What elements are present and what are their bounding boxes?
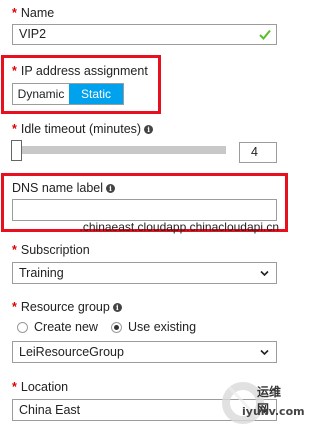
idle-timeout-label-text: Idle timeout (minutes) xyxy=(20,122,142,136)
subscription-label: * Subscription xyxy=(12,243,90,257)
watermark-url-text: iyunv.com xyxy=(242,405,305,418)
idle-timeout-slider-track[interactable] xyxy=(13,146,226,154)
info-icon[interactable]: i xyxy=(144,125,154,135)
idle-timeout-value[interactable]: 4 xyxy=(239,142,277,163)
info-icon[interactable]: i xyxy=(112,303,122,313)
required-marker: * xyxy=(12,122,17,136)
name-input-value: VIP2 xyxy=(19,27,47,41)
required-marker: * xyxy=(12,300,17,314)
dns-label: DNS name label i xyxy=(12,181,116,195)
dns-suffix: .chinaeast.cloudapp.chinacloudapi.cn xyxy=(79,220,279,234)
idle-timeout-label: * Idle timeout (minutes) i xyxy=(12,122,154,136)
watermark-logo: 运维网 iyunv.com xyxy=(217,377,305,431)
resource-group-label: * Resource group i xyxy=(12,300,122,314)
info-icon[interactable]: i xyxy=(106,184,116,194)
name-input[interactable]: VIP2 xyxy=(12,24,277,45)
resource-group-select[interactable]: LeiResourceGroup xyxy=(12,341,277,363)
location-value: China East xyxy=(19,403,81,417)
required-marker: * xyxy=(12,6,17,20)
name-label: * Name xyxy=(12,6,54,20)
ip-assignment-label: * IP address assignment xyxy=(12,64,148,78)
use-existing-label[interactable]: Use existing xyxy=(128,320,196,334)
use-existing-radio[interactable] xyxy=(111,322,122,333)
location-label: * Location xyxy=(12,380,68,394)
required-marker: * xyxy=(12,64,17,78)
ip-static-option[interactable]: Static xyxy=(69,84,123,104)
required-marker: * xyxy=(12,243,17,257)
checkmark-icon xyxy=(259,29,271,40)
chevron-down-icon xyxy=(260,270,269,277)
resource-group-value: LeiResourceGroup xyxy=(19,345,124,359)
ip-dynamic-option[interactable]: Dynamic xyxy=(13,84,69,104)
subscription-select[interactable]: Training xyxy=(12,262,277,284)
create-new-radio[interactable] xyxy=(17,322,28,333)
location-label-text: Location xyxy=(20,380,69,394)
required-marker: * xyxy=(12,380,17,394)
ip-assignment-toggle: Dynamic Static xyxy=(12,83,124,105)
create-new-label[interactable]: Create new xyxy=(34,320,98,334)
name-label-text: Name xyxy=(20,6,55,20)
chevron-down-icon xyxy=(260,349,269,356)
dns-label-text: DNS name label xyxy=(12,181,104,195)
subscription-label-text: Subscription xyxy=(20,243,90,257)
subscription-value: Training xyxy=(19,266,64,280)
resource-group-label-text: Resource group xyxy=(20,300,110,314)
ip-assignment-label-text: IP address assignment xyxy=(20,64,148,78)
dns-name-input[interactable] xyxy=(12,199,277,221)
idle-timeout-slider-thumb[interactable] xyxy=(11,140,22,161)
